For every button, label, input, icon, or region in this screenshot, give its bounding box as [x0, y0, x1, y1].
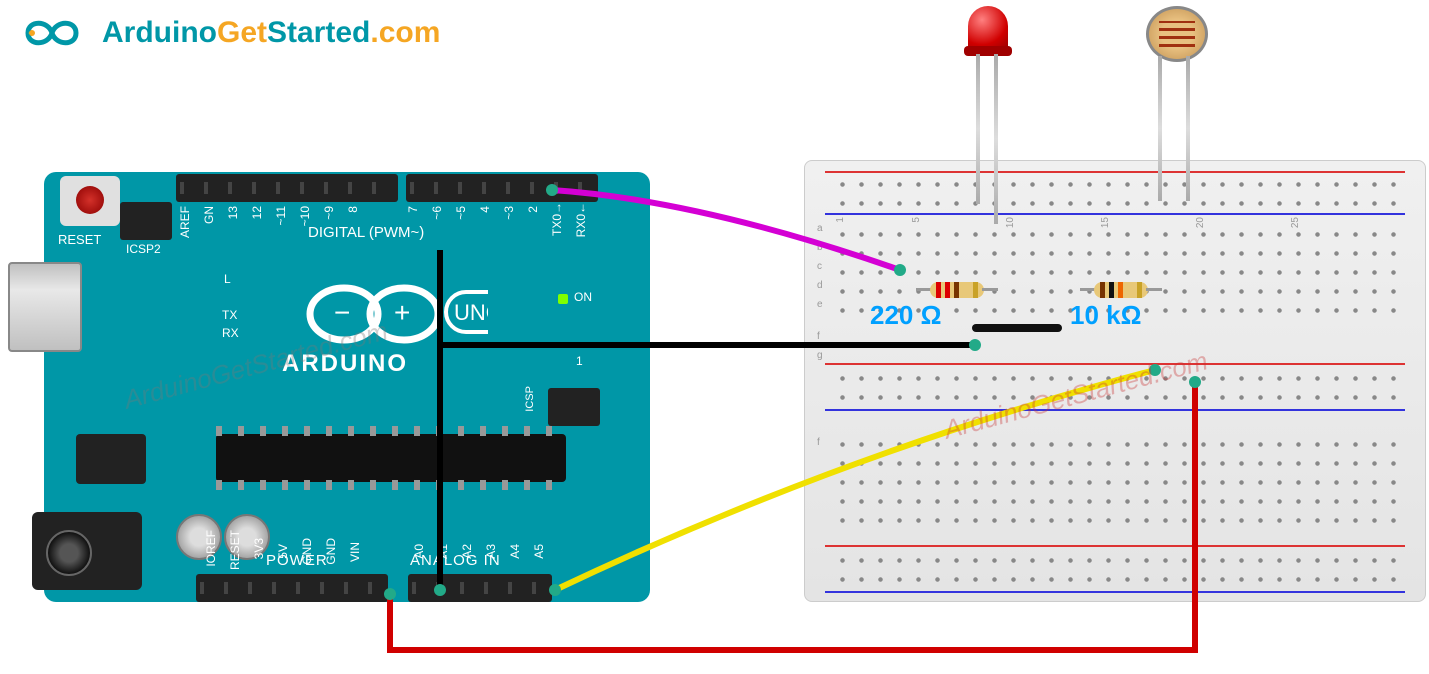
led-l-label: L [224, 272, 231, 286]
digital-header-right [406, 174, 598, 202]
analog-header [408, 574, 552, 602]
digital-header-left [176, 174, 398, 202]
resistor-220-label: 220 Ω [870, 300, 941, 331]
uno-label: UNO [454, 300, 488, 325]
breadboard-jumper-black-icon [972, 324, 1062, 332]
on-led-icon [558, 294, 568, 304]
on-label: ON [574, 290, 592, 304]
site-logo: + ArduinoGetStarted.com [8, 8, 440, 58]
arduino-uno-board: RESET ICSP2 ICSP DIGITAL (PWM~) POWER AN… [8, 154, 650, 604]
usb-port-icon [8, 262, 82, 352]
red-led-icon [958, 6, 1018, 186]
resistor-220-ohm-icon [916, 282, 998, 298]
site-title: ArduinoGetStarted.com [102, 16, 440, 50]
reset-label: RESET [58, 232, 101, 247]
resistor-10k-label: 10 kΩ [1070, 300, 1141, 331]
digital-pin-1-label: 1 [576, 354, 583, 368]
smd-chip-icon [76, 434, 146, 484]
atmega-chip-icon [216, 434, 566, 482]
tx-label: TX [222, 308, 237, 322]
icsp-header-icon [548, 388, 600, 426]
resistor-10k-ohm-icon [1080, 282, 1162, 298]
icsp2-label: ICSP2 [126, 242, 161, 256]
infinity-logo-icon: + [8, 8, 96, 58]
svg-text:−: − [334, 297, 350, 328]
power-header [196, 574, 388, 602]
reset-button-icon [60, 176, 120, 226]
icsp2-header-icon [120, 202, 172, 240]
barrel-jack-icon [32, 512, 142, 590]
rx-label: RX [222, 326, 239, 340]
svg-text:+: + [394, 297, 410, 328]
arduino-brand-label: ARDUINO [282, 350, 408, 378]
icsp-label: ICSP [524, 386, 536, 412]
breadboard: a b c d e f g f 1 5 10 15 20 25 [804, 160, 1426, 602]
svg-text:+: + [28, 26, 35, 40]
digital-pwm-label: DIGITAL (PWM~) [308, 224, 424, 241]
photoresistor-icon [1140, 6, 1210, 186]
